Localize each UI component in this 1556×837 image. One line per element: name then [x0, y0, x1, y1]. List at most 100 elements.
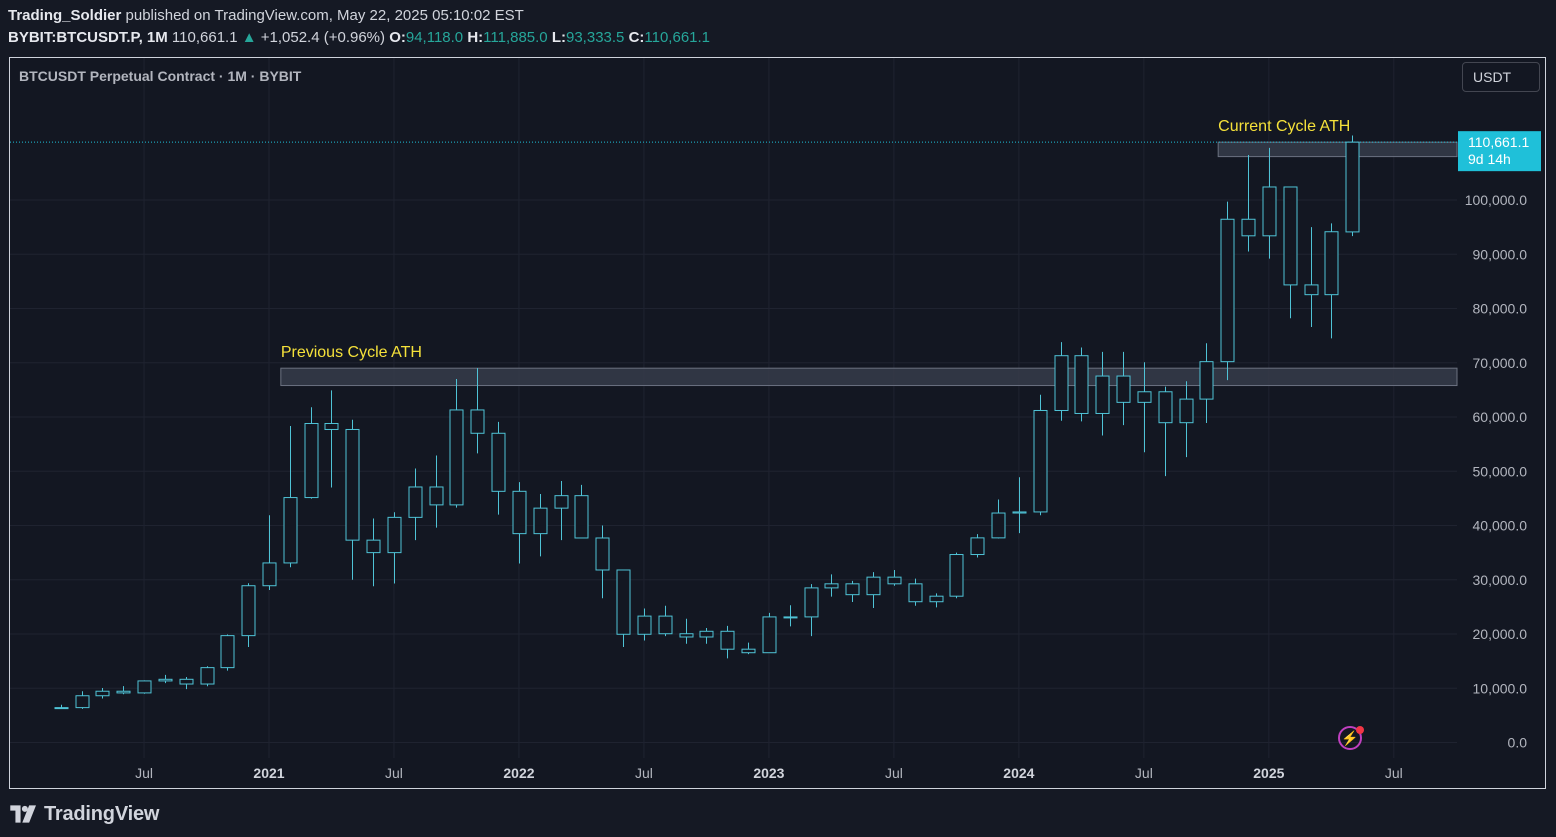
- candle-body: [554, 495, 569, 509]
- x-tick-label: Jul: [135, 765, 153, 781]
- annotations: Previous Cycle ATH Current Cycle ATH: [281, 118, 1351, 361]
- candle-body: [699, 630, 714, 638]
- candle-body: [1220, 218, 1235, 363]
- badge-countdown: 9d 14h: [1468, 151, 1511, 167]
- candle-body: [262, 562, 277, 587]
- candle-body: [762, 616, 777, 654]
- candle-body: [720, 630, 735, 650]
- candle-body: [637, 615, 652, 635]
- candle-body: [887, 576, 902, 585]
- candle-body: [1012, 511, 1027, 514]
- candle-body: [1137, 391, 1152, 403]
- candle-body: [616, 569, 631, 635]
- candle-body: [1116, 375, 1131, 403]
- candle-body: [533, 507, 548, 535]
- candle-body: [116, 690, 131, 694]
- candle-body: [991, 512, 1006, 539]
- candle-body: [949, 554, 964, 597]
- candle-body: [283, 497, 298, 564]
- candle-body: [1179, 398, 1194, 424]
- candle-body: [512, 490, 527, 535]
- candle-body: [845, 583, 860, 596]
- candle-body: [866, 576, 881, 596]
- candle-body: [220, 635, 235, 669]
- notification-dot: [1356, 726, 1364, 734]
- candle-body: [304, 423, 319, 499]
- candle-body: [470, 409, 485, 434]
- ath-zone: [1217, 141, 1458, 158]
- candle-body: [783, 616, 798, 619]
- candle-body: [804, 587, 819, 618]
- y-tick-label: 90,000.0: [1473, 246, 1528, 262]
- candle-body: [75, 695, 90, 709]
- y-tick-label: 60,000.0: [1473, 409, 1528, 425]
- tradingview-logo[interactable]: TradingView: [8, 801, 159, 827]
- y-tick-label: 50,000.0: [1473, 463, 1528, 479]
- candle-body: [658, 615, 673, 635]
- ath-zones: [280, 141, 1458, 387]
- ath-label: Previous Cycle ATH: [281, 344, 422, 361]
- y-tick-label: 100,000.0: [1465, 192, 1527, 208]
- x-tick-label: 2021: [253, 765, 284, 781]
- y-tick-label: 0.0: [1508, 735, 1528, 751]
- x-tick-label: Jul: [635, 765, 653, 781]
- y-tick-label: 70,000.0: [1473, 355, 1528, 371]
- badge-price: 110,661.1: [1468, 134, 1529, 150]
- candle-body: [1345, 141, 1360, 233]
- y-tick-label: 20,000.0: [1473, 626, 1528, 642]
- currency-button[interactable]: USDT: [1462, 62, 1540, 92]
- x-tick-label: 2023: [753, 765, 784, 781]
- candle-body: [324, 423, 339, 430]
- candle-body: [970, 537, 985, 556]
- candle-body: [449, 409, 464, 506]
- price-badge: 110,661.1 9d 14h: [1458, 131, 1541, 172]
- candle-body: [824, 583, 839, 589]
- x-tick-label: Jul: [885, 765, 903, 781]
- x-tick-label: Jul: [1135, 765, 1153, 781]
- candle-body: [1304, 284, 1319, 296]
- candle-body: [1199, 361, 1214, 400]
- candle-body: [200, 667, 215, 685]
- x-tick-label: 2022: [503, 765, 534, 781]
- y-axis: 0.0 10,000.0 20,000.0 30,000.0 40,000.0 50,00…: [1465, 192, 1528, 751]
- candle-body: [137, 680, 152, 694]
- y-tick-label: 30,000.0: [1473, 572, 1528, 588]
- chart-title: BTCUSDT Perpetual Contract · 1M · BYBIT: [19, 68, 302, 84]
- x-tick-label: 2025: [1253, 765, 1284, 781]
- price-chart[interactable]: 0.0 10,000.0 20,000.0 30,000.0 40,000.0 50,00…: [0, 0, 1556, 837]
- candle-body: [1074, 355, 1089, 414]
- candle-body: [1095, 375, 1110, 414]
- candle-body: [429, 486, 444, 506]
- candle-body: [1033, 409, 1048, 513]
- candle-body: [1262, 186, 1277, 237]
- candle-body: [387, 516, 402, 554]
- x-tick-label: Jul: [385, 765, 403, 781]
- candle-body: [345, 428, 360, 541]
- candle-body: [241, 585, 256, 637]
- candle-body: [1324, 231, 1339, 296]
- candle-body: [1283, 186, 1298, 286]
- candle-body: [158, 678, 173, 682]
- candle-body: [1054, 355, 1069, 411]
- candle-body: [741, 648, 756, 654]
- ath-zone: [280, 367, 1458, 387]
- x-axis: Jul 2021 Jul 2022 Jul 2023 Jul 2024 Jul 2025 Jul: [135, 765, 1403, 781]
- candle-body: [1158, 391, 1173, 424]
- brand-name: TradingView: [44, 802, 160, 825]
- x-tick-label: Jul: [1385, 765, 1403, 781]
- y-tick-label: 80,000.0: [1473, 301, 1528, 317]
- candle-body: [366, 539, 381, 554]
- y-tick-label: 10,000.0: [1473, 680, 1528, 696]
- candle-body: [179, 678, 194, 685]
- candle-body: [574, 495, 589, 539]
- candle-body: [1241, 218, 1256, 237]
- ath-label: Current Cycle ATH: [1218, 118, 1350, 135]
- candle-body: [95, 690, 110, 697]
- candle-body: [491, 432, 506, 492]
- candle-body: [679, 633, 694, 638]
- candle-body: [595, 537, 610, 571]
- x-tick-label: 2024: [1003, 765, 1034, 781]
- candle-body: [54, 707, 69, 710]
- candle-body: [408, 486, 423, 518]
- candle-body: [908, 583, 923, 603]
